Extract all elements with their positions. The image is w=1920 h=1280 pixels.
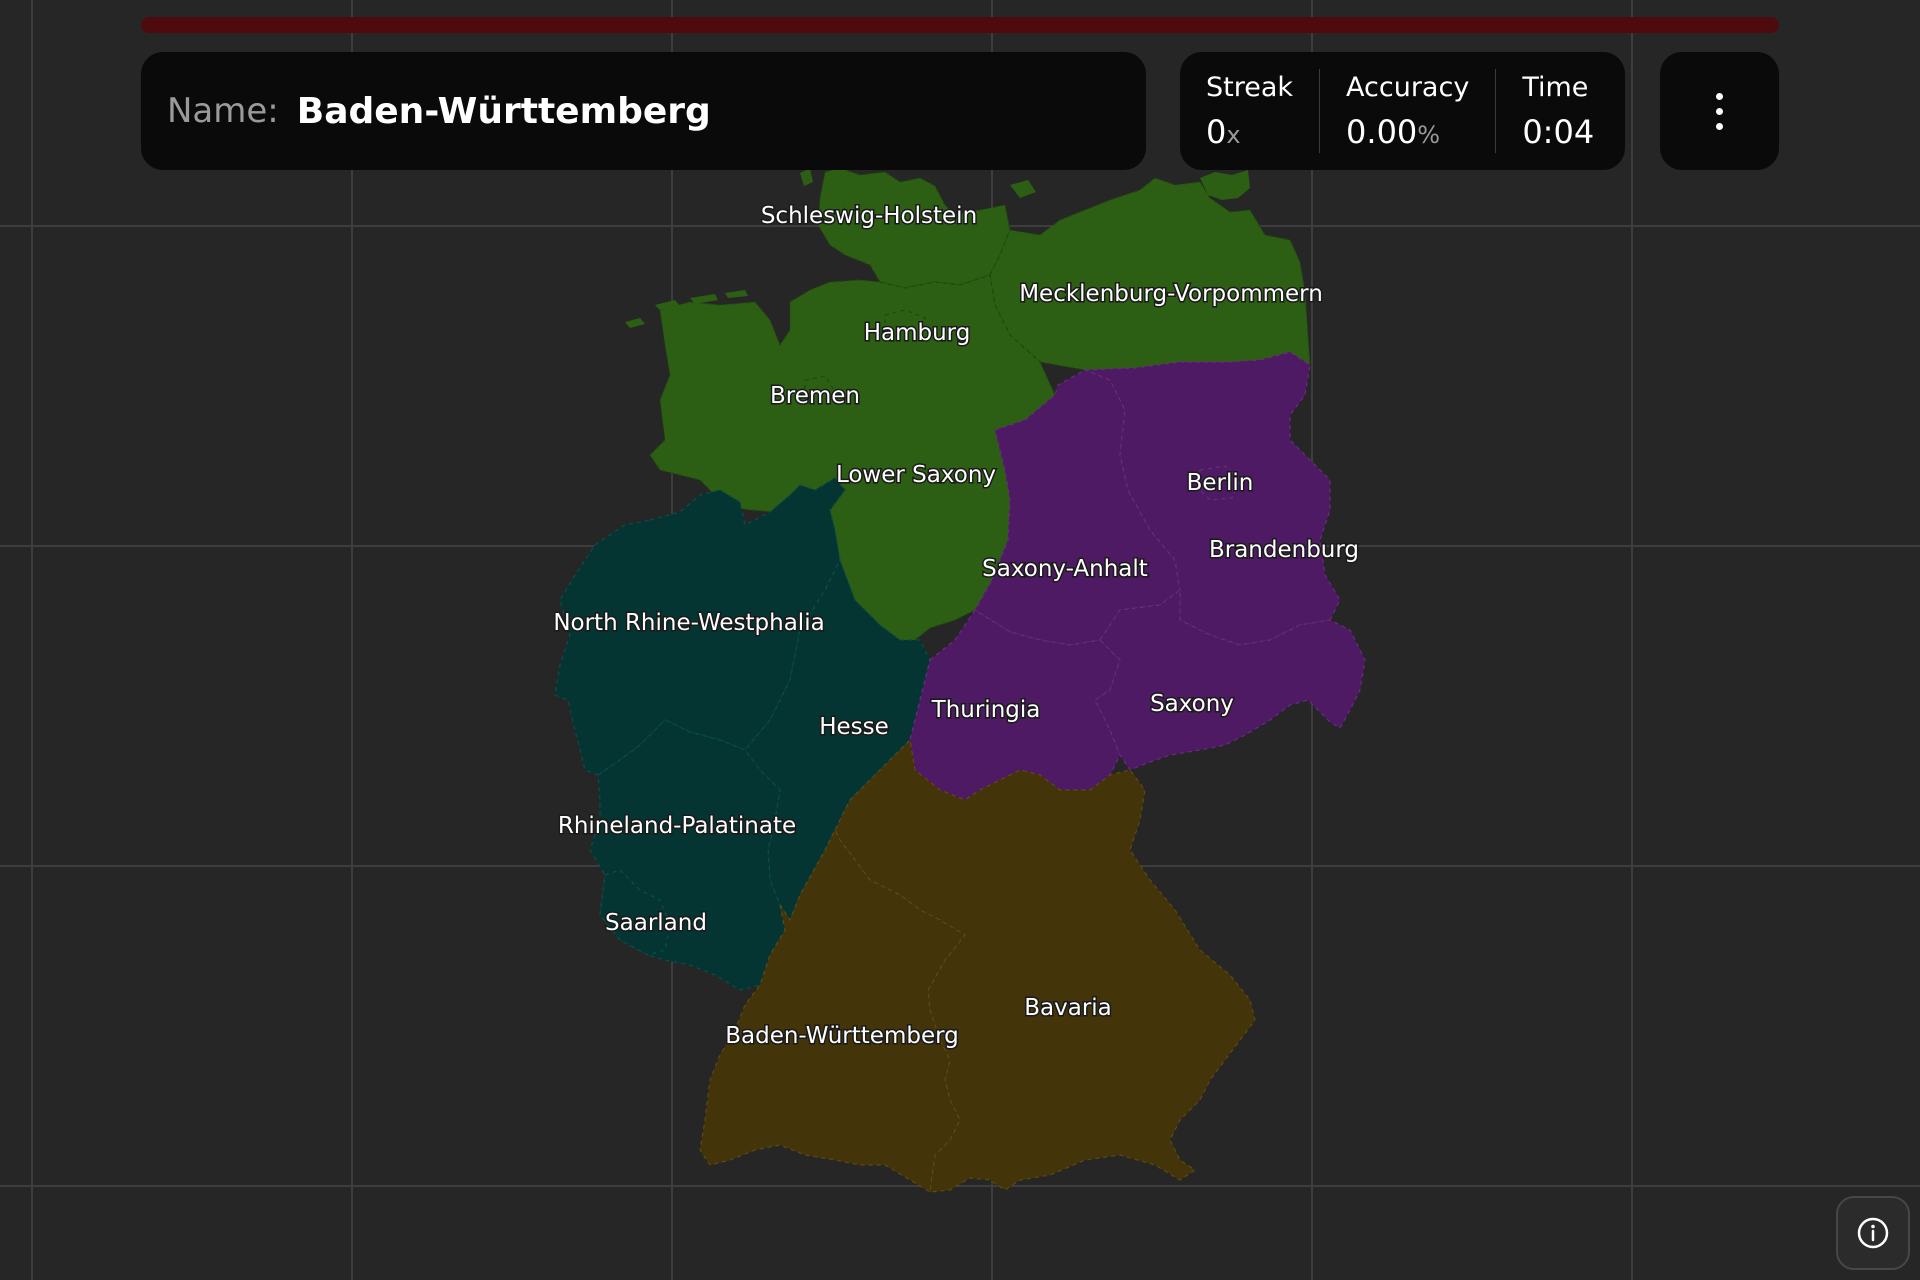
label-baden-wuerttemberg: Baden-Württemberg (725, 1023, 959, 1049)
time-label: Time (1522, 71, 1589, 103)
accuracy-unit: % (1417, 120, 1441, 149)
sylt-island (800, 168, 813, 186)
accuracy-label: Accuracy (1346, 71, 1470, 103)
label-hesse: Hesse (819, 714, 889, 740)
region-mecklenburg-vorpommern[interactable] (989, 177, 1311, 371)
time-stat: Time 0:04 (1495, 69, 1620, 153)
accuracy-value: 0.00 (1346, 112, 1418, 151)
target-region-name: Baden-Württemberg (296, 90, 711, 132)
streak-value-wrap: 0x (1206, 113, 1293, 151)
fehmarn-island (1010, 180, 1036, 198)
label-brandenburg: Brandenburg (1209, 537, 1359, 563)
label-bavaria: Bavaria (1024, 995, 1112, 1021)
label-berlin: Berlin (1187, 470, 1254, 496)
label-hamburg: Hamburg (864, 320, 971, 346)
label-saarland: Saarland (605, 910, 707, 936)
germany-map: Schleswig-Holstein Mecklenburg-Vorpommer… (552, 167, 1366, 1193)
target-name-panel: Name: Baden-Württemberg (141, 52, 1146, 170)
streak-stat: Streak 0x (1180, 69, 1319, 153)
label-bremen: Bremen (770, 383, 860, 409)
streak-value: 0 (1206, 112, 1227, 151)
name-label: Name: (167, 91, 279, 131)
streak-label: Streak (1206, 71, 1294, 103)
streak-unit: x (1226, 120, 1241, 149)
info-button[interactable] (1836, 1196, 1910, 1270)
label-rhineland-palatinate: Rhineland-Palatinate (558, 813, 796, 839)
accuracy-value-wrap: 0.00% (1346, 113, 1469, 151)
more-vertical-icon (1716, 92, 1723, 130)
accuracy-stat: Accuracy 0.00% (1319, 69, 1495, 153)
more-menu-button[interactable] (1660, 52, 1779, 170)
label-schleswig-holstein: Schleswig-Holstein (761, 203, 977, 229)
label-lower-saxony: Lower Saxony (836, 462, 996, 488)
progress-bar (141, 17, 1779, 33)
label-mecklenburg-vorpommern: Mecklenburg-Vorpommern (1019, 281, 1323, 307)
time-value: 0:04 (1522, 112, 1595, 151)
info-icon (1857, 1217, 1889, 1249)
label-thuringia: Thuringia (931, 697, 1041, 723)
label-saxony-anhalt: Saxony-Anhalt (982, 556, 1148, 582)
stats-panel: Streak 0x Accuracy 0.00% Time 0:04 (1180, 52, 1625, 170)
label-saxony: Saxony (1150, 691, 1234, 717)
label-north-rhine-westphalia: North Rhine-Westphalia (553, 610, 824, 636)
